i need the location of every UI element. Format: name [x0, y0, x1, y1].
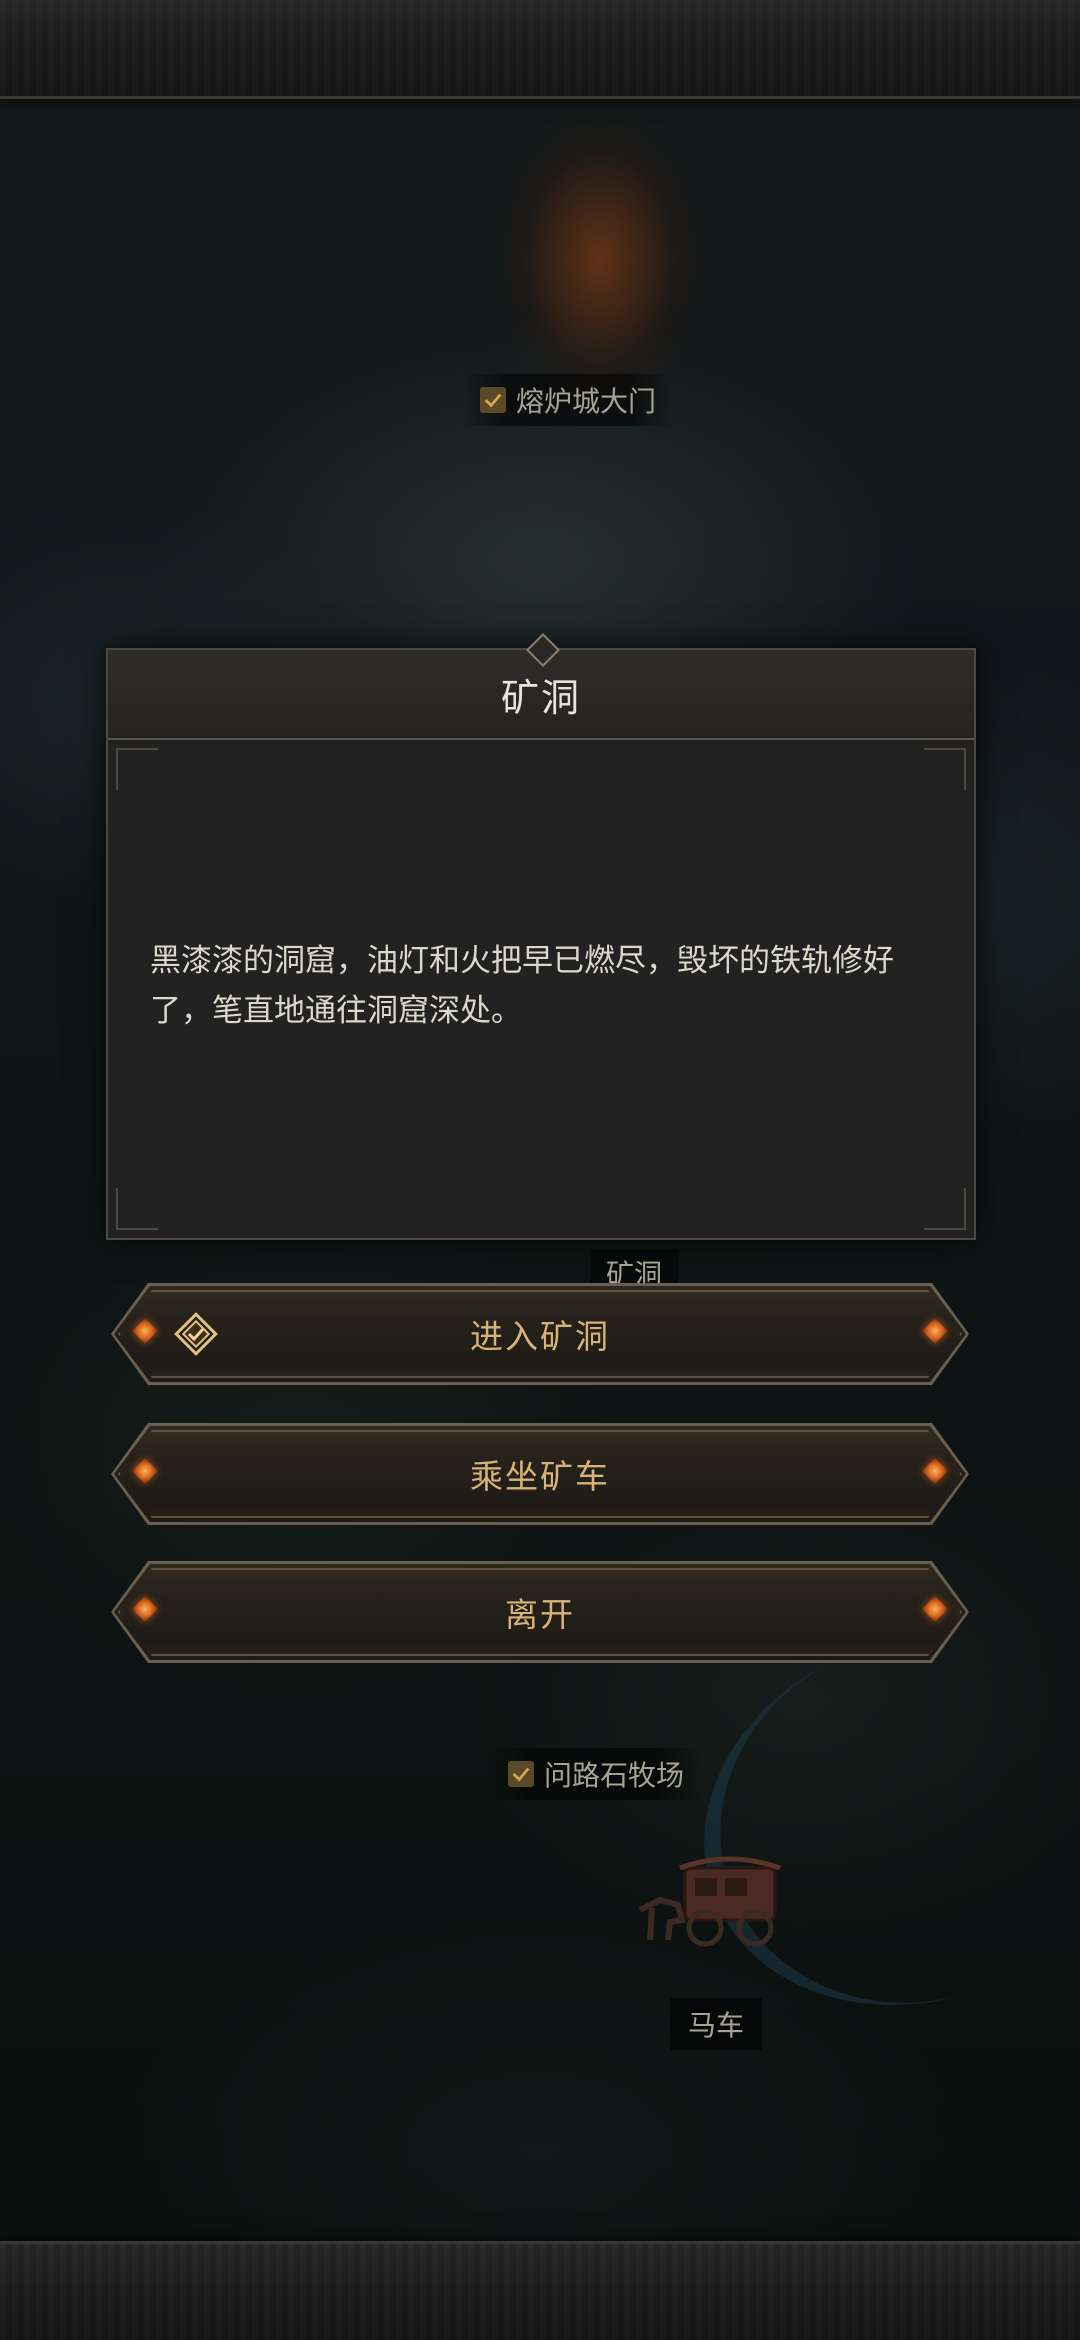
enter-mine-button[interactable]: 进入矿洞 [114, 1286, 966, 1382]
top-frame [0, 0, 1080, 99]
ride-minecart-button[interactable]: 乘坐矿车 [114, 1426, 966, 1522]
map-label-text: 熔炉城大门 [516, 385, 657, 418]
carriage-icon[interactable] [630, 1850, 790, 1960]
button-label: 乘坐矿车 [470, 1457, 610, 1496]
map-label-carriage[interactable]: 马车 [670, 1998, 763, 2050]
map-label-text: 问路石牧场 [544, 1759, 685, 1792]
button-body[interactable]: 进入矿洞 [114, 1286, 966, 1382]
corner-ornament [924, 1188, 966, 1230]
dialog-title: 矿洞 [500, 675, 581, 720]
button-label: 进入矿洞 [470, 1317, 610, 1356]
dialog-description: 黑漆漆的洞窟，油灯和火把早已燃尽，毁坏的铁轨修好了，笔直地通往洞窟深处。 [150, 943, 894, 1029]
map-label-furnace-gate[interactable]: 熔炉城大门 [462, 374, 675, 426]
bottom-frame [0, 2241, 1080, 2340]
button-label: 离开 [505, 1595, 575, 1634]
map-label-text: 马车 [688, 2009, 745, 2042]
button-body[interactable]: 乘坐矿车 [114, 1426, 966, 1522]
leave-button[interactable]: 离开 [114, 1564, 966, 1660]
corner-ornament [116, 1188, 158, 1230]
button-body[interactable]: 离开 [114, 1564, 966, 1660]
quest-marker-icon [174, 1312, 218, 1356]
check-icon [480, 387, 506, 413]
location-dialog: 矿洞 黑漆漆的洞窟，油灯和火把早已燃尽，毁坏的铁轨修好了，笔直地通往洞窟深处。 [106, 633, 976, 1240]
corner-ornament [116, 748, 158, 790]
map-label-ranch[interactable]: 问路石牧场 [490, 1748, 703, 1800]
corner-ornament [924, 748, 966, 790]
check-icon [508, 1761, 534, 1787]
